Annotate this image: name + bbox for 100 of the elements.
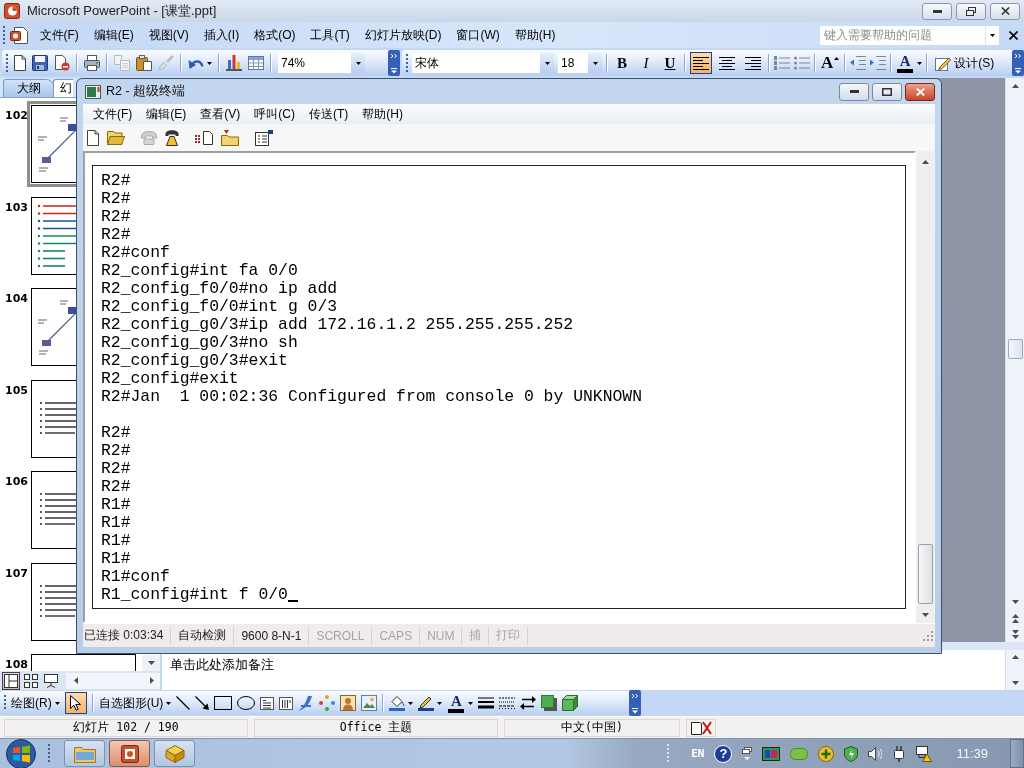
vertical-text-box-icon[interactable] (279, 696, 294, 710)
menu-item[interactable]: 格式(O) (246, 26, 303, 44)
view-button[interactable] (42, 671, 60, 690)
caret-icon[interactable] (408, 701, 414, 705)
properties-icon[interactable] (255, 129, 273, 146)
zoom-field[interactable]: 74% (278, 53, 351, 73)
menu-item[interactable]: 工具(T) (303, 26, 358, 44)
tray-app-icon[interactable] (762, 746, 781, 761)
toolbar-options-icon[interactable] (629, 690, 641, 716)
menu-item[interactable]: 幻灯片放映(D) (357, 26, 449, 44)
slide-thumbnail[interactable] (27, 101, 76, 187)
send-file-icon[interactable] (195, 130, 213, 145)
notes-field[interactable]: 单击此处添加备注 (162, 650, 1005, 690)
caret-icon[interactable] (166, 701, 172, 705)
document-restricted-icon[interactable] (54, 55, 70, 71)
table-icon[interactable] (248, 56, 264, 70)
down-arrow-icon[interactable] (1011, 600, 1019, 604)
scrollbar[interactable] (66, 672, 160, 689)
menu-item[interactable]: 帮助(H) (355, 105, 410, 123)
dropdown-button[interactable] (588, 53, 602, 73)
text-style-toggle[interactable]: I (636, 52, 656, 74)
toolbar-grip[interactable] (667, 743, 670, 764)
down-arrow-icon[interactable] (922, 612, 929, 617)
increase-indent-icon[interactable] (870, 56, 887, 70)
print-icon[interactable] (84, 55, 100, 71)
scrollbar[interactable] (142, 655, 160, 671)
line-color-icon[interactable] (418, 695, 435, 711)
dash-style-icon[interactable] (499, 697, 516, 709)
fill-color-icon[interactable] (389, 695, 406, 711)
pane-tab[interactable]: 幻 (53, 79, 73, 97)
text-style-toggle[interactable]: U (660, 52, 680, 74)
view-button[interactable] (22, 671, 40, 690)
resize-grip-icon[interactable] (923, 630, 933, 641)
scroll-thumb[interactable] (1007, 339, 1023, 359)
close-icon[interactable] (1009, 30, 1018, 40)
minimize-button[interactable] (839, 82, 869, 101)
cube-icon[interactable] (562, 695, 579, 711)
caret-icon[interactable] (207, 61, 212, 65)
toolbar-options-icon[interactable] (1012, 50, 1024, 76)
left-arrow-icon[interactable] (74, 677, 78, 684)
down-arrow-icon[interactable] (147, 661, 155, 665)
autoshapes-menu[interactable]: 自选图形(U) (98, 694, 164, 712)
caret-icon[interactable] (468, 701, 474, 705)
picture-icon[interactable] (361, 695, 378, 711)
plus-circle-icon[interactable] (818, 745, 835, 762)
line-style-icon[interactable] (478, 697, 495, 709)
menu-item[interactable]: 文件(F) (86, 105, 140, 123)
ellipse-icon[interactable] (237, 696, 256, 710)
dropdown-button[interactable] (540, 53, 554, 73)
save-icon[interactable] (32, 55, 48, 71)
slide-thumbnail[interactable] (31, 379, 76, 458)
bar-chart-icon[interactable] (226, 55, 242, 71)
wordart-icon[interactable] (298, 695, 315, 711)
caret-icon[interactable] (917, 61, 923, 65)
caret-icon[interactable] (54, 701, 60, 705)
speaker-icon[interactable] (868, 746, 883, 761)
right-arrow-icon[interactable] (150, 677, 154, 684)
down-arrow-icon[interactable] (1011, 681, 1019, 685)
draw-menu[interactable]: 绘图(R) (11, 694, 52, 712)
diagram-icon[interactable] (319, 695, 336, 711)
maximize-button[interactable] (872, 82, 902, 101)
window-stack-icon[interactable] (742, 746, 753, 761)
menu-item[interactable]: 编辑(E) (139, 105, 194, 123)
menu-item[interactable]: 帮助(H) (507, 26, 563, 44)
restore-button[interactable] (956, 2, 986, 20)
up-arrow-icon[interactable] (1011, 84, 1019, 88)
menu-item[interactable]: 传送(T) (302, 105, 356, 123)
font-color-tool[interactable]: A (896, 52, 915, 74)
taskbar-button[interactable] (109, 740, 150, 767)
design-tool[interactable]: 设计(S) (932, 52, 998, 74)
new-document-icon[interactable] (14, 55, 26, 71)
start-icon[interactable] (6, 738, 36, 768)
caret-icon[interactable] (437, 701, 443, 705)
slide-thumbnail[interactable] (31, 196, 76, 275)
menu-item[interactable]: 呼叫(C) (247, 105, 302, 123)
select-button[interactable] (64, 692, 87, 714)
bullets-icon[interactable] (794, 56, 810, 70)
line-icon[interactable] (176, 696, 191, 710)
grow-font-tool[interactable]: A (820, 52, 841, 74)
dropdown-button[interactable] (351, 53, 365, 73)
arrow-style-icon[interactable] (520, 696, 537, 710)
rectangle-icon[interactable] (214, 696, 233, 710)
menu-item[interactable]: 插入(I) (196, 26, 247, 44)
arrow-icon[interactable] (195, 696, 210, 710)
menu-item[interactable]: 编辑(E) (86, 26, 142, 44)
menu-item[interactable]: 窗口(W) (449, 26, 508, 44)
menu-item[interactable]: 查看(V) (193, 105, 248, 123)
align-button[interactable] (690, 52, 712, 74)
close-button[interactable] (905, 82, 935, 101)
help-search-field[interactable]: 键入需要帮助的问题 (820, 25, 985, 45)
slide-thumbnail[interactable] (31, 288, 76, 366)
font-size-field[interactable]: 18 (558, 53, 588, 73)
scrollbar[interactable] (1005, 650, 1024, 690)
scrollbar[interactable] (1005, 78, 1024, 642)
scroll-thumb[interactable] (918, 544, 933, 604)
clip-art-icon[interactable] (340, 695, 357, 711)
presentation-document-icon[interactable] (10, 26, 28, 44)
slide-thumbnail[interactable] (31, 562, 76, 641)
spelling-status-button[interactable] (686, 718, 716, 737)
shadow-icon[interactable] (541, 695, 558, 711)
